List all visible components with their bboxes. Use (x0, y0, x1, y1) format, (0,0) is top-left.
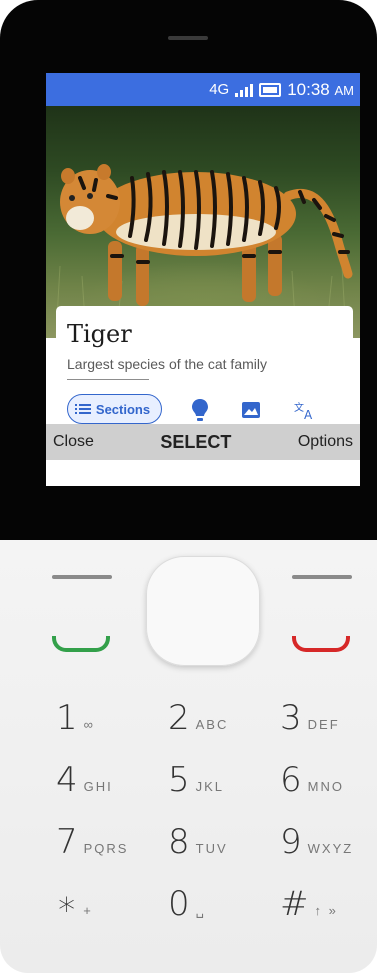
article-title: Tiger (67, 320, 132, 348)
signal-icon (235, 83, 254, 97)
end-call-button[interactable] (292, 636, 350, 652)
key-letters: ∞ (83, 717, 95, 732)
right-softkey-button[interactable] (292, 575, 352, 579)
image-icon[interactable] (241, 401, 261, 419)
article-description: Largest species of the cat family (67, 356, 267, 372)
softkey-bar: Close SELECT Options (46, 424, 360, 460)
translate-icon[interactable]: 文 A (294, 400, 316, 420)
key-10[interactable]: ∗ + (56, 884, 93, 924)
list-icon (74, 404, 91, 414)
softkey-center-select[interactable]: SELECT (160, 432, 231, 453)
key-2[interactable]: 2 ABC (168, 698, 228, 738)
network-type: 4G (209, 81, 230, 98)
key-letters: ␣ (195, 903, 206, 918)
lightbulb-icon[interactable] (191, 398, 209, 422)
key-letters: PQRS (83, 841, 129, 856)
key-4[interactable]: 4 GHI (56, 760, 113, 800)
key-letters: + (83, 903, 93, 918)
status-bar: 4G 10:38 AM (46, 73, 360, 106)
key-1[interactable]: 1 ∞ (56, 698, 95, 738)
article-hero-image (46, 106, 360, 338)
key-5[interactable]: 5 JKL (168, 760, 224, 800)
dpad-center-button[interactable] (146, 556, 260, 666)
key-digit: 4 (56, 760, 78, 800)
clock: 10:38 AM (287, 79, 354, 99)
key-digit: ∗ (56, 884, 78, 924)
title-divider (67, 379, 149, 380)
key-digit: 5 (168, 760, 190, 800)
key-digit: 1 (56, 698, 78, 738)
key-6[interactable]: 6 MNO (280, 760, 344, 800)
key-letters: GHI (83, 779, 113, 794)
sections-button[interactable]: Sections (67, 394, 162, 424)
key-11[interactable]: 0 ␣ (168, 884, 206, 924)
svg-text:A: A (304, 408, 313, 420)
tiger-image (55, 164, 353, 337)
softkey-right-options[interactable]: Options (298, 433, 353, 451)
key-letters: TUV (195, 841, 228, 856)
key-digit: 8 (168, 822, 190, 862)
key-letters: ↑ » (314, 903, 338, 918)
key-7[interactable]: 7 PQRS (56, 822, 128, 862)
key-letters: WXYZ (307, 841, 354, 856)
key-digit: 3 (280, 698, 302, 738)
key-digit: 6 (280, 760, 302, 800)
key-digit: 9 (280, 822, 302, 862)
sections-button-label: Sections (95, 401, 151, 417)
key-3[interactable]: 3 DEF (280, 698, 340, 738)
svg-text:文: 文 (294, 401, 304, 414)
call-button[interactable] (52, 636, 110, 652)
battery-icon (259, 82, 282, 97)
left-softkey-button[interactable] (52, 575, 112, 579)
key-digit: 0 (168, 884, 190, 924)
key-9[interactable]: 9 WXYZ (280, 822, 353, 862)
key-digit: 7 (56, 822, 78, 862)
key-letters: ABC (195, 717, 229, 732)
key-8[interactable]: 8 TUV (168, 822, 228, 862)
key-digit: # (280, 884, 309, 924)
key-digit: 2 (168, 698, 190, 738)
softkey-left-close[interactable]: Close (53, 433, 94, 451)
phone-screen: 4G 10:38 AM Tiger Largest species of the… (46, 73, 360, 486)
phone-body-top: 4G 10:38 AM Tiger Largest species of the… (0, 0, 377, 540)
key-12[interactable]: # ↑ » (280, 884, 338, 924)
key-letters: DEF (307, 717, 340, 732)
key-letters: JKL (195, 779, 225, 794)
key-letters: MNO (307, 779, 344, 794)
earpiece-speaker (168, 36, 208, 40)
